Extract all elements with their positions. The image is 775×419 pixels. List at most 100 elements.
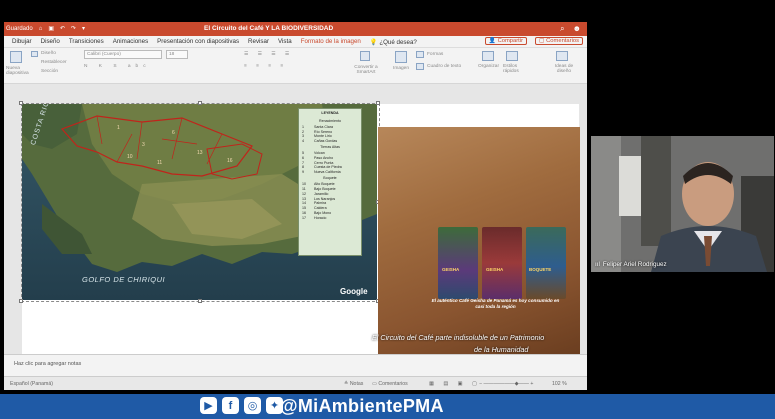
font-size-select[interactable]: 18 [166, 50, 188, 59]
tab-dibujar[interactable]: Dibujar [12, 38, 32, 45]
legend-row: 17 Horacio [302, 216, 358, 221]
google-watermark: Google [340, 287, 368, 296]
svg-text:16: 16 [227, 158, 233, 164]
powerpoint-window: Guardado ⌂ ▣ ↶ ↷ ▾ El Circuito del Café … [4, 22, 587, 390]
tell-me-search[interactable]: 💡 ¿Qué desea? [370, 38, 417, 46]
notes-icon: ≙ [344, 381, 349, 387]
legend-category: Tierras Altas [320, 145, 340, 150]
redo-icon[interactable]: ↷ [71, 25, 76, 32]
legend-category: Boquete [323, 176, 337, 181]
home-icon[interactable]: ⌂ [39, 26, 43, 32]
tab-animaciones[interactable]: Animaciones [113, 38, 148, 45]
tab-formato-imagen[interactable]: Formato de la imagen [301, 38, 361, 45]
resize-handle-top[interactable] [198, 101, 202, 105]
svg-text:10: 10 [127, 154, 133, 160]
resize-handle-tr[interactable] [376, 101, 380, 105]
zoom-level[interactable]: 102 % [552, 381, 567, 387]
textbox-button[interactable]: Cuadro de texto [427, 64, 461, 69]
youtube-icon: ▶ [200, 397, 217, 414]
resize-handle-bl[interactable] [19, 299, 23, 303]
coffee-bag: BOQUETE [526, 227, 566, 299]
format-buttons[interactable]: N K S abc [84, 64, 151, 69]
svg-text:6: 6 [172, 130, 175, 136]
comments-button[interactable]: ▢ Comentarios [535, 37, 583, 45]
share-label: Compartir [497, 38, 524, 44]
paragraph-buttons[interactable]: ☰ ☰ ☰ ☰ [244, 52, 293, 57]
reset-button[interactable]: Restablecer [41, 60, 67, 65]
map-label-gulf: GOLFO DE CHIRIQUI [82, 275, 166, 284]
map-legend: LEYENDA Renacimiento 1 Santa Clara 2 Río Ser… [298, 108, 362, 256]
bag-label: BOQUETE [529, 267, 552, 272]
legend-row: 4 Cañas Gordas [302, 139, 358, 144]
coffee-photo[interactable]: GEISHA GEISHA BOQUETE El auténtico Café … [378, 127, 580, 354]
legend-place: Cañas Gordas [314, 139, 338, 144]
shapes-icon [416, 51, 424, 58]
font-name-value: Calibri (Cuerpo) [87, 52, 121, 57]
tell-me-label: ¿Qué desea? [379, 38, 417, 46]
participant-name: Feliper Ariel Rodriguez [602, 261, 667, 268]
convert-smartart-label[interactable]: Convertir a SmartArt [352, 65, 380, 76]
font-name-select[interactable]: Calibri (Cuerpo) [84, 50, 162, 59]
photo-caption: El auténtico Café Geisha de Panamá es ho… [431, 298, 560, 309]
satellite-map-image[interactable]: 1 3 6 10 16 13 11 COSTA RICA GOLFO DE CH… [22, 104, 377, 300]
language-status[interactable]: Español (Panamá) [10, 381, 53, 387]
title-bar: Guardado ⌂ ▣ ↶ ↷ ▾ El Circuito del Café … [4, 22, 587, 36]
person-icon: 👤 [488, 38, 496, 44]
comment-icon: ▢ [539, 38, 545, 44]
account-icon[interactable]: ☻ [573, 24, 581, 34]
organize-icon[interactable] [482, 51, 494, 61]
new-slide-label[interactable]: Nueva diapositiva [6, 66, 29, 77]
image-label[interactable]: Imagen [393, 66, 409, 71]
bag-label: GEISHA [486, 267, 504, 272]
notes-pane[interactable]: Haz clic para agregar notas [4, 354, 587, 376]
tab-presentacion[interactable]: Presentación con diapositivas [157, 38, 239, 45]
align-buttons[interactable]: ≡ ≡ ≡ ≡ [244, 64, 287, 69]
new-slide-icon[interactable] [10, 51, 22, 63]
customize-icon[interactable]: ▾ [82, 25, 85, 32]
resize-handle-tl[interactable] [19, 101, 23, 105]
layout-button[interactable]: Diseño [41, 51, 56, 56]
lightbulb-icon: 💡 [369, 38, 378, 46]
smartart-icon[interactable] [360, 51, 370, 61]
comments-toggle[interactable]: ▭ Comentarios [372, 381, 408, 387]
slide-canvas[interactable]: 1 3 6 10 16 13 11 COSTA RICA GOLFO DE CH… [19, 101, 580, 355]
save-icon[interactable]: ▣ [48, 25, 54, 32]
design-ideas-label[interactable]: Ideas de diseño [552, 64, 576, 75]
notes-toggle-label: Notas [349, 381, 364, 387]
shapes-button[interactable]: Formas [427, 52, 443, 57]
coffee-bag: GEISHA [438, 227, 478, 299]
share-button[interactable]: 👤 Compartir [484, 37, 528, 45]
signal-icon: ııl [595, 261, 600, 268]
zoom-slider[interactable]: − ——————◆—— + [479, 381, 533, 387]
tab-vista[interactable]: Vista [278, 38, 292, 45]
search-icon[interactable]: ⌕ [560, 24, 564, 34]
tab-transiciones[interactable]: Transiciones [69, 38, 104, 45]
undo-icon[interactable]: ↶ [60, 25, 65, 32]
organize-label[interactable]: Organizar [478, 64, 499, 69]
social-banner: ▶ f ◎ ✦ @MiAmbientePMA [0, 394, 775, 419]
svg-text:11: 11 [157, 160, 162, 166]
legend-number: 4 [302, 139, 304, 144]
status-bar: Español (Panamá) ≙ Notas ▭ Comentarios ▦… [4, 376, 587, 390]
menu-bar: Dibujar Diseño Transiciones Animaciones … [4, 36, 587, 48]
image-icon[interactable] [395, 51, 407, 63]
quick-styles-label[interactable]: Estilos rápidos [503, 64, 525, 75]
view-buttons[interactable]: ▦ ▤ ▣ ▢ [429, 381, 481, 387]
coffee-bag: GEISHA [482, 227, 522, 299]
resize-handle-bottom[interactable] [198, 299, 202, 303]
textbox-icon [416, 63, 424, 70]
notes-placeholder: Haz clic para agregar notas [14, 361, 82, 367]
comments-toggle-label: Comentarios [378, 381, 408, 387]
facebook-icon: f [222, 397, 239, 414]
social-icons: ▶ f ◎ ✦ [200, 397, 283, 414]
main-caption: El Circuito del Café parte indisoluble d… [368, 332, 578, 355]
section-button[interactable]: Sección [41, 69, 58, 74]
slide-editing-area: 1 3 6 10 16 13 11 COSTA RICA GOLFO DE CH… [4, 84, 587, 354]
legend-place: Horacio [314, 215, 327, 220]
tab-revisar[interactable]: Revisar [248, 38, 269, 45]
notes-toggle[interactable]: ≙ Notas [344, 381, 363, 387]
quick-styles-icon[interactable] [506, 51, 518, 61]
design-ideas-icon[interactable] [556, 51, 568, 61]
tab-diseno[interactable]: Diseño [41, 38, 60, 45]
autosave-label[interactable]: Guardado [6, 26, 33, 32]
